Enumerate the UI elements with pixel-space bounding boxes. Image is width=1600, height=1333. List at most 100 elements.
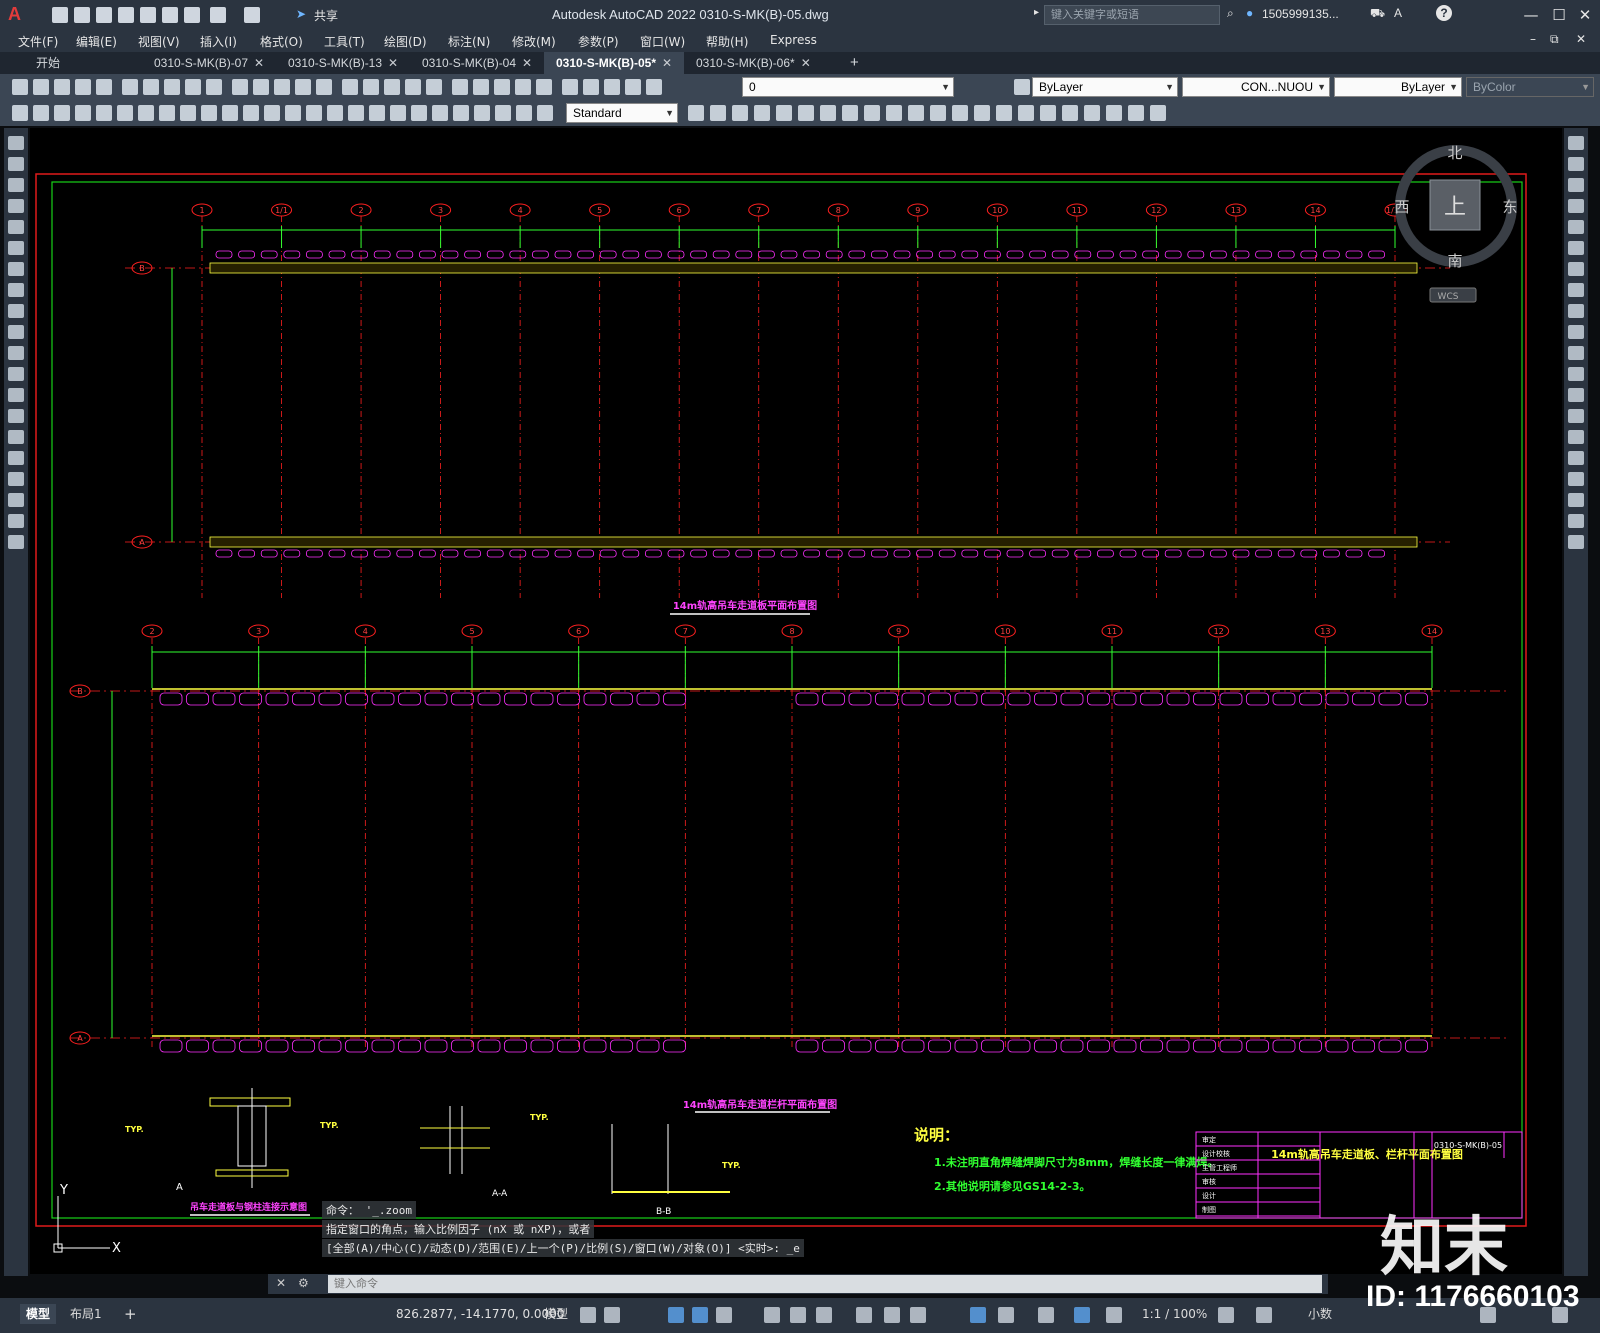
dimension-tool-icon[interactable] xyxy=(117,105,133,121)
plotstyle-dropdown[interactable]: ByColor ▼ xyxy=(1466,77,1594,97)
open-file-icon[interactable] xyxy=(74,7,90,23)
close-icon[interactable]: ✕ xyxy=(801,56,811,70)
dimension-tool-icon[interactable] xyxy=(306,105,322,121)
draw-tool-icon[interactable] xyxy=(8,220,24,234)
tab-mk-07[interactable]: 0310-S-MK(B)-07 ✕ xyxy=(142,52,276,74)
menu-draw[interactable]: 绘图(D) xyxy=(384,33,427,50)
units-dropdown[interactable]: 小数 xyxy=(1302,1304,1338,1324)
toolbar-tool-icon[interactable] xyxy=(562,79,578,95)
menu-insert[interactable]: 插入(I) xyxy=(200,33,237,50)
isodraft-icon[interactable] xyxy=(764,1307,780,1323)
color-dropdown[interactable]: ByLayer ▼ xyxy=(1032,77,1178,97)
modify-tool-icon[interactable] xyxy=(1568,157,1584,171)
toolbar-tool-icon[interactable] xyxy=(384,79,400,95)
menu-parametric[interactable]: 参数(P) xyxy=(578,33,619,50)
share-button[interactable]: 共享 xyxy=(314,7,338,24)
modify-tool-icon[interactable] xyxy=(1018,105,1034,121)
tab-mk-13[interactable]: 0310-S-MK(B)-13 ✕ xyxy=(276,52,410,74)
tab-mk-04[interactable]: 0310-S-MK(B)-04 ✕ xyxy=(410,52,544,74)
transparency-icon[interactable] xyxy=(884,1307,900,1323)
autocad-logo-icon[interactable]: A xyxy=(8,4,30,26)
object-snap-tracking-icon[interactable] xyxy=(790,1307,806,1323)
dimension-tool-icon[interactable] xyxy=(180,105,196,121)
auto-scale-icon[interactable] xyxy=(1106,1307,1122,1323)
draw-tool-icon[interactable] xyxy=(8,346,24,360)
dimension-tool-icon[interactable] xyxy=(222,105,238,121)
modify-tool-icon[interactable] xyxy=(996,105,1012,121)
draw-tool-icon[interactable] xyxy=(8,409,24,423)
close-icon[interactable]: ✕ xyxy=(662,56,672,70)
toolbar-tool-icon[interactable] xyxy=(122,79,138,95)
save-web-icon[interactable] xyxy=(162,7,178,23)
draw-tool-icon[interactable] xyxy=(8,241,24,255)
add-layout-icon[interactable]: + xyxy=(118,1304,143,1324)
command-input[interactable]: 键入命令 xyxy=(328,1275,1322,1293)
menu-dimension[interactable]: 标注(N) xyxy=(448,33,490,50)
modify-tool-icon[interactable] xyxy=(754,105,770,121)
dimension-tool-icon[interactable] xyxy=(12,105,28,121)
dimension-tool-icon[interactable] xyxy=(33,105,49,121)
dimension-tool-icon[interactable] xyxy=(285,105,301,121)
new-file-icon[interactable] xyxy=(52,7,68,23)
draw-tool-icon[interactable] xyxy=(8,472,24,486)
toolbar-tool-icon[interactable] xyxy=(96,79,112,95)
redo-icon[interactable] xyxy=(244,7,260,23)
toolbar-tool-icon[interactable] xyxy=(54,79,70,95)
selection-filter-icon[interactable] xyxy=(998,1307,1014,1323)
viewcube[interactable]: 上 北 南 东 西 WCS xyxy=(1394,144,1518,303)
help-search-input[interactable]: 键入关键字或短语 xyxy=(1044,5,1220,25)
toolbar-tool-icon[interactable] xyxy=(253,79,269,95)
modify-tool-icon[interactable] xyxy=(1568,283,1584,297)
wrench-icon[interactable]: ⚙ xyxy=(298,1276,309,1290)
dimension-tool-icon[interactable] xyxy=(516,105,532,121)
dimension-tool-icon[interactable] xyxy=(159,105,175,121)
save-icon[interactable] xyxy=(96,7,112,23)
menu-help[interactable]: 帮助(H) xyxy=(706,33,748,50)
toolbar-tool-icon[interactable] xyxy=(583,79,599,95)
menu-view[interactable]: 视图(V) xyxy=(138,33,180,50)
modify-tool-icon[interactable] xyxy=(798,105,814,121)
dimension-tool-icon[interactable] xyxy=(411,105,427,121)
draw-tool-icon[interactable] xyxy=(8,304,24,318)
chevron-right-icon[interactable]: ▸ xyxy=(1034,7,1039,18)
close-icon[interactable]: ✕ xyxy=(388,56,398,70)
gizmo-icon[interactable] xyxy=(1038,1307,1054,1323)
modify-tool-icon[interactable] xyxy=(1040,105,1056,121)
modify-tool-icon[interactable] xyxy=(1568,136,1584,150)
linetype-dropdown[interactable]: CON...NUOU ▼ xyxy=(1182,77,1330,97)
modify-tool-icon[interactable] xyxy=(1062,105,1078,121)
dimension-tool-icon[interactable] xyxy=(453,105,469,121)
modify-tool-icon[interactable] xyxy=(1106,105,1122,121)
dimension-tool-icon[interactable] xyxy=(75,105,91,121)
modify-tool-icon[interactable] xyxy=(1568,430,1584,444)
dimension-tool-icon[interactable] xyxy=(537,105,553,121)
new-tab-icon[interactable]: + xyxy=(838,52,868,74)
tab-start[interactable]: 开始 xyxy=(24,52,142,74)
modify-tool-icon[interactable] xyxy=(1128,105,1144,121)
close-icon[interactable]: ✕ xyxy=(522,56,532,70)
toolbar-tool-icon[interactable] xyxy=(405,79,421,95)
toolbar-tool-icon[interactable] xyxy=(452,79,468,95)
draw-tool-icon[interactable] xyxy=(8,451,24,465)
snap-icon[interactable] xyxy=(604,1307,620,1323)
user-name[interactable]: 1505999135... xyxy=(1262,7,1339,21)
undo-icon[interactable] xyxy=(210,7,226,23)
menu-edit[interactable]: 编辑(E) xyxy=(76,33,117,50)
close-icon[interactable]: ✕ xyxy=(254,56,264,70)
model-space-button[interactable]: 模型 xyxy=(538,1304,574,1324)
close-icon[interactable]: ✕ xyxy=(276,1276,286,1290)
doc-close-icon[interactable]: ✕ xyxy=(1576,32,1586,46)
toolbar-tool-icon[interactable] xyxy=(494,79,510,95)
draw-tool-icon[interactable] xyxy=(8,325,24,339)
toolbar-tool-icon[interactable] xyxy=(232,79,248,95)
dimension-tool-icon[interactable] xyxy=(495,105,511,121)
toolbar-tool-icon[interactable] xyxy=(12,79,28,95)
draw-tool-icon[interactable] xyxy=(8,367,24,381)
modify-tool-icon[interactable] xyxy=(1568,409,1584,423)
toolbar-tool-icon[interactable] xyxy=(274,79,290,95)
menu-file[interactable]: 文件(F) xyxy=(18,33,58,50)
toolbar-tool-icon[interactable] xyxy=(342,79,358,95)
doc-restore-icon[interactable]: ⧉ xyxy=(1550,32,1559,47)
workspace-gear-icon[interactable] xyxy=(1218,1307,1234,1323)
modify-tool-icon[interactable] xyxy=(776,105,792,121)
